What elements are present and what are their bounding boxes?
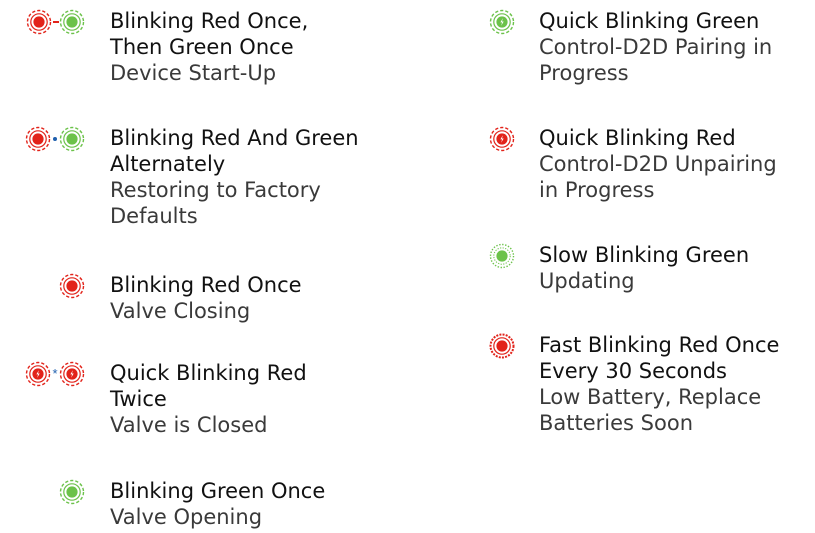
- led-pattern: [489, 126, 515, 152]
- led-pattern-title: Fast Blinking Red Once Every 30 Seconds: [539, 333, 780, 383]
- led-green-icon: [59, 126, 85, 152]
- led-green-slow-icon: [489, 243, 515, 269]
- led-red-icon: [26, 9, 52, 35]
- led-red-quick-icon: [59, 361, 85, 387]
- led-pattern-title: Blinking Red And Green Alternately: [110, 126, 359, 176]
- led-pattern-description: Restoring to Factory Defaults: [110, 178, 321, 228]
- led-pattern-title: Blinking Green Once: [110, 479, 326, 503]
- led-pattern-title: Blinking Red Once: [110, 273, 302, 297]
- led-pattern: [489, 333, 515, 359]
- led-pattern-description: Updating: [539, 269, 635, 293]
- led-pattern-description: Valve Opening: [110, 505, 263, 529]
- dot-separator: [51, 130, 59, 148]
- led-red-icon: [25, 126, 51, 152]
- led-pattern: [59, 273, 85, 299]
- led-pattern-description: Control-D2D Pairing in Progress: [539, 35, 773, 85]
- led-pattern-description: Valve is Closed: [110, 413, 268, 437]
- led-pattern: [25, 126, 85, 152]
- led-red-quick-icon: [489, 126, 515, 152]
- asterisk-separator: *: [52, 366, 58, 381]
- led-pattern-title: Quick Blinking Red: [539, 126, 736, 150]
- led-pattern-title: Slow Blinking Green: [539, 243, 750, 267]
- led-pattern-title: Quick Blinking Green: [539, 9, 760, 33]
- led-pattern: *: [25, 361, 85, 387]
- led-pattern-description: Low Battery, Replace Batteries Soon: [539, 385, 762, 435]
- led-red-icon: [59, 273, 85, 299]
- led-pattern: [26, 9, 85, 35]
- led-pattern-description: Valve Closing: [110, 299, 251, 323]
- led-red-quick-icon: [25, 361, 51, 387]
- led-pattern-description: Device Start-Up: [110, 61, 277, 85]
- led-pattern: [489, 243, 515, 269]
- led-green-icon: [59, 479, 85, 505]
- led-green-icon: [59, 9, 85, 35]
- led-pattern: [59, 479, 85, 505]
- led-pattern-description: Control-D2D Unpairing in Progress: [539, 152, 777, 202]
- led-pattern-title: Quick Blinking Red Twice: [110, 361, 307, 411]
- led-pattern-title: Blinking Red Once, Then Green Once: [110, 9, 309, 59]
- led-red-fast-icon: [489, 333, 515, 359]
- led-green-quick-icon: [489, 9, 515, 35]
- dash-separator: [52, 13, 59, 31]
- led-pattern: [489, 9, 515, 35]
